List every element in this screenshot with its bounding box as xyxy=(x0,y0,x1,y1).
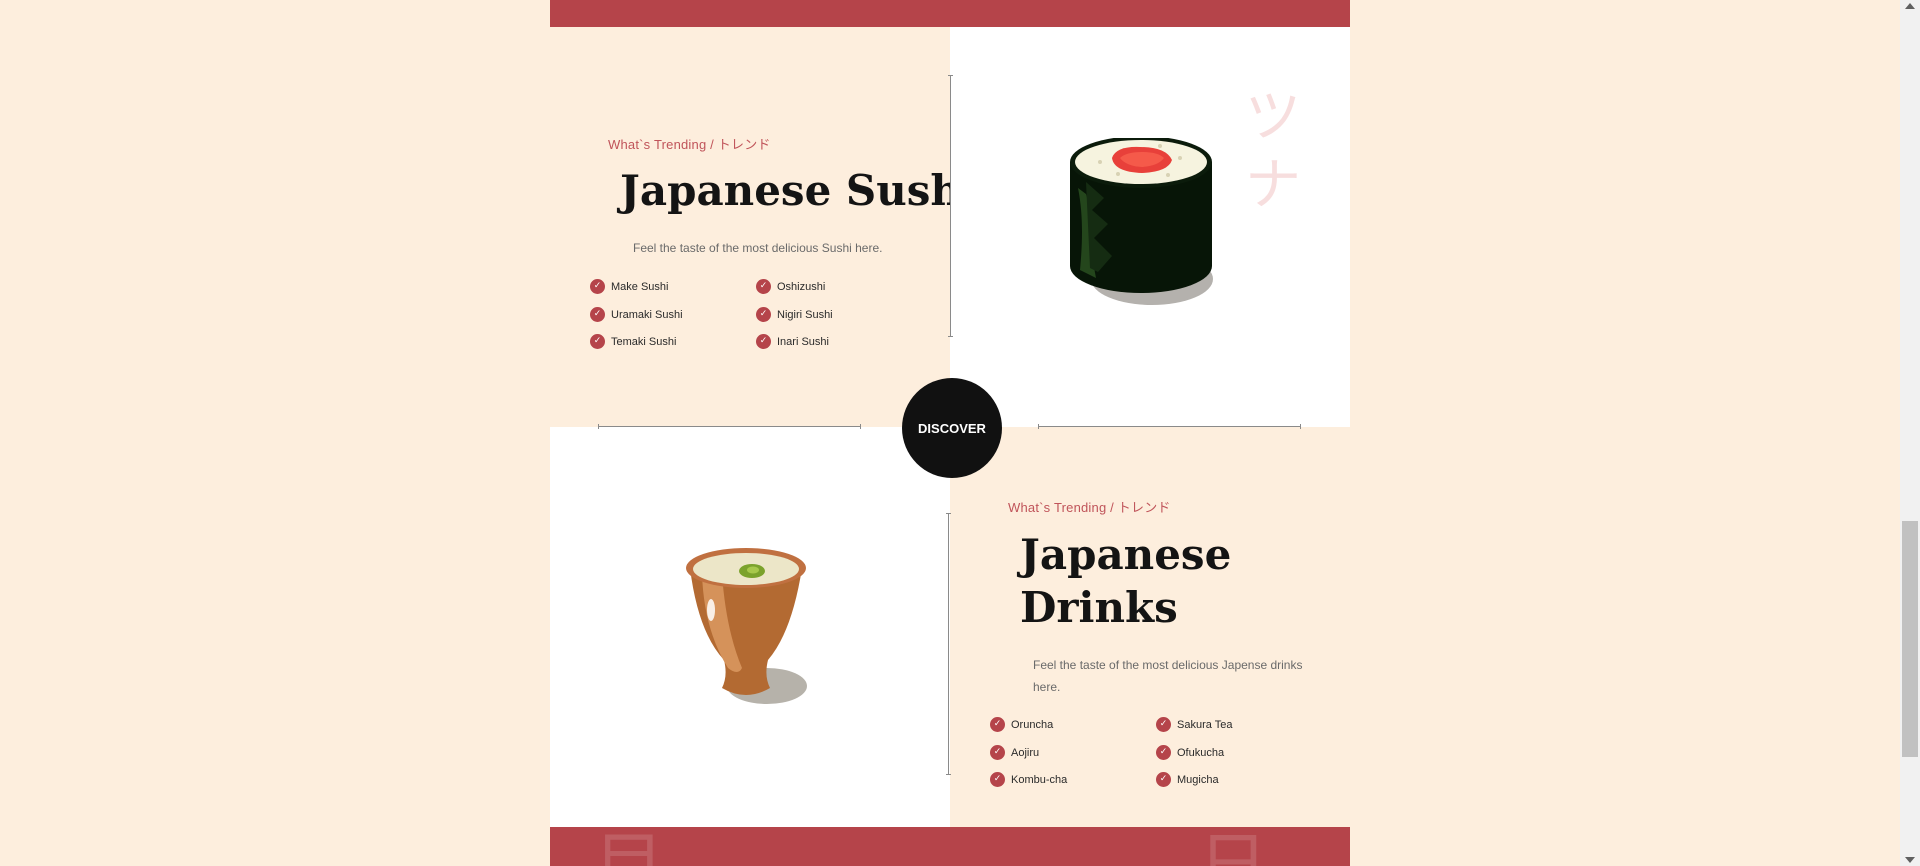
page-scrollbar[interactable] xyxy=(1900,0,1920,866)
drinks-title: Japanese Drinks xyxy=(1020,530,1232,632)
check-icon: ✓ xyxy=(756,334,771,349)
drinks-feature-item: ✓ Aojiru xyxy=(990,745,1039,760)
check-icon: ✓ xyxy=(756,279,771,294)
check-icon: ✓ xyxy=(590,307,605,322)
sushi-text-panel xyxy=(550,27,950,427)
sushi-feature-item: ✓ Inari Sushi xyxy=(756,334,829,349)
drinks-feature-item: ✓ Sakura Tea xyxy=(1156,717,1232,732)
page: What`s Trending / トレンド Japanese Sushi Fe… xyxy=(0,0,1920,866)
decorative-glyph: 日 xyxy=(1198,830,1268,866)
decorative-kana: ツ ナ xyxy=(1245,85,1301,218)
drinks-feature-item: ✓ Oruncha xyxy=(990,717,1053,732)
check-icon: ✓ xyxy=(590,334,605,349)
check-icon: ✓ xyxy=(990,772,1005,787)
drinks-kicker: What`s Trending / トレンド xyxy=(1008,500,1171,515)
divider-line xyxy=(598,424,861,429)
sushi-feature-item: ✓ Make Sushi xyxy=(590,279,668,294)
check-icon: ✓ xyxy=(590,279,605,294)
sushi-kicker: What`s Trending / トレンド xyxy=(608,137,771,152)
drinks-feature-item: ✓ Mugicha xyxy=(1156,772,1219,787)
check-icon: ✓ xyxy=(756,307,771,322)
top-banner-strip xyxy=(550,0,1350,27)
sushi-title: Japanese Sushi xyxy=(620,166,977,215)
sushi-feature-item: ✓ Nigiri Sushi xyxy=(756,307,833,322)
sushi-feature-item: ✓ Uramaki Sushi xyxy=(590,307,683,322)
check-icon: ✓ xyxy=(990,745,1005,760)
sushi-roll-icon xyxy=(1070,138,1213,305)
check-icon: ✓ xyxy=(1156,717,1171,732)
drinks-feature-item: ✓ Ofukucha xyxy=(1156,745,1224,760)
scrollbar-thumb[interactable] xyxy=(1902,521,1918,757)
sushi-description: Feel the taste of the most delicious Sus… xyxy=(633,241,883,255)
check-icon: ✓ xyxy=(1156,772,1171,787)
divider-line xyxy=(946,513,951,775)
sushi-feature-item: ✓ Temaki Sushi xyxy=(590,334,676,349)
drinks-feature-item: ✓ Kombu-cha xyxy=(990,772,1067,787)
bottom-banner-strip: 目 日 xyxy=(550,827,1350,866)
sushi-feature-item: ✓ Oshizushi xyxy=(756,279,825,294)
tea-cup-icon xyxy=(686,548,807,704)
drinks-description: Feel the taste of the most delicious Jap… xyxy=(1033,658,1303,694)
check-icon: ✓ xyxy=(1156,745,1171,760)
scroll-down-arrow-icon[interactable] xyxy=(1905,857,1915,863)
divider-line xyxy=(948,75,953,337)
discover-button[interactable]: DISCOVER xyxy=(902,378,1002,478)
scroll-up-arrow-icon[interactable] xyxy=(1905,3,1915,9)
check-icon: ✓ xyxy=(990,717,1005,732)
divider-line xyxy=(1038,424,1301,429)
decorative-glyph: 目 xyxy=(594,830,664,866)
